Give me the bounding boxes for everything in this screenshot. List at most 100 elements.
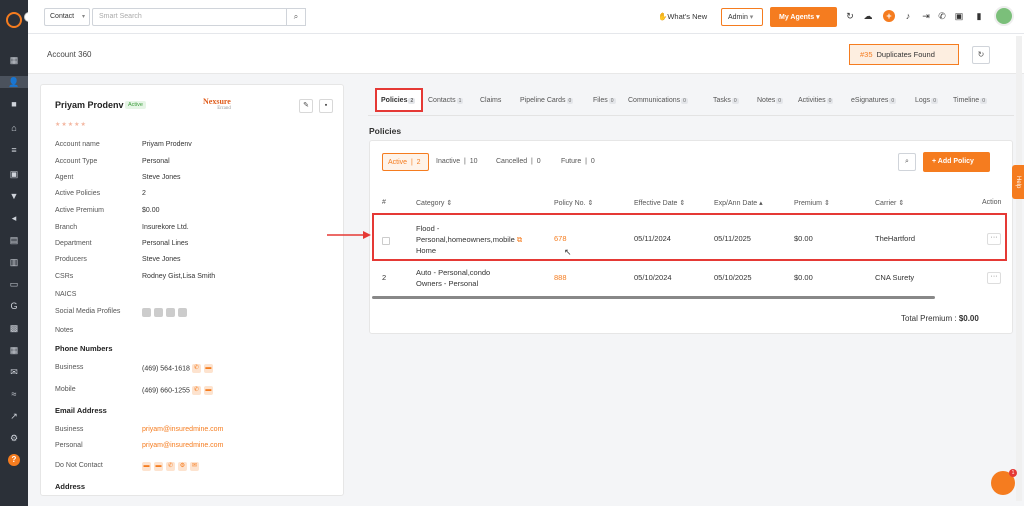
field-value: Steve Jones bbox=[142, 256, 181, 263]
filter-cancelled[interactable]: Cancelled | 0 bbox=[491, 153, 546, 171]
google-icon[interactable]: G bbox=[8, 300, 20, 312]
twitter-icon[interactable] bbox=[166, 308, 175, 317]
tab-contacts[interactable]: Contacts 1 bbox=[428, 97, 464, 104]
tab-label: Tasks bbox=[713, 97, 731, 104]
list-icon[interactable]: ≡ bbox=[8, 144, 20, 156]
add-icon[interactable]: + bbox=[883, 10, 895, 22]
column-header[interactable]: Exp/Ann Date ▴ bbox=[714, 199, 763, 207]
column-header[interactable]: Carrier ⇕ bbox=[875, 199, 904, 207]
search-scope-select[interactable]: Contact ▾ bbox=[44, 8, 90, 26]
calendar-icon[interactable]: ▣ bbox=[8, 168, 20, 180]
smart-search-input[interactable]: Smart Search bbox=[92, 8, 304, 26]
email-link[interactable]: priyam@insuredmine.com bbox=[142, 442, 223, 449]
app-logo[interactable] bbox=[6, 12, 22, 28]
policy-number-link[interactable]: 888 bbox=[554, 273, 567, 282]
duplicates-found-button[interactable]: #35 Duplicates Found bbox=[849, 44, 959, 65]
tab-label: Claims bbox=[480, 97, 502, 104]
field-row: Active Policies 2 bbox=[55, 190, 335, 200]
vertical-scrollbar[interactable] bbox=[1016, 36, 1022, 501]
handshake-icon[interactable]: ≈ bbox=[8, 388, 20, 400]
column-header[interactable]: Category ⇕ bbox=[416, 199, 452, 207]
mail-icon[interactable]: ✉ bbox=[8, 366, 20, 378]
search-icon[interactable]: ⌕ bbox=[286, 8, 306, 26]
chip-icon[interactable]: ▣ bbox=[953, 10, 965, 22]
phone-icon[interactable]: ✆ bbox=[191, 386, 201, 395]
globe-icon[interactable] bbox=[178, 308, 187, 317]
schedule-icon[interactable]: ▦ bbox=[8, 344, 20, 356]
refresh-icon[interactable]: ↻ bbox=[844, 10, 856, 22]
whats-new-link[interactable]: ✋What's New bbox=[658, 12, 707, 21]
document-icon[interactable]: ▤ bbox=[8, 234, 20, 246]
filter-future[interactable]: Future | 0 bbox=[556, 153, 600, 171]
settings-icon[interactable]: ⚙ bbox=[8, 432, 20, 444]
tab-timeline[interactable]: Timeline 0 bbox=[953, 97, 987, 104]
sms-icon[interactable]: ▬ bbox=[203, 364, 213, 373]
field-value: Personal bbox=[142, 158, 170, 165]
box-icon[interactable]: ▮ bbox=[973, 10, 985, 22]
phone-icon[interactable]: ✆ bbox=[191, 364, 201, 373]
bell-icon[interactable]: ♪ bbox=[902, 10, 914, 22]
mail-icon[interactable]: ✉ bbox=[190, 462, 199, 471]
more-actions-icon[interactable]: ··· bbox=[987, 272, 1001, 284]
add-policy-button[interactable]: + Add Policy bbox=[923, 152, 990, 172]
role-value: Admin bbox=[728, 14, 748, 21]
column-header[interactable]: Premium ⇕ bbox=[794, 199, 830, 207]
column-header[interactable]: Effective Date ⇕ bbox=[634, 199, 685, 207]
linkedin-icon[interactable] bbox=[142, 308, 151, 317]
chat-icon[interactable]: ▬ bbox=[154, 462, 163, 471]
help-icon[interactable]: ? bbox=[8, 454, 20, 466]
help-tab[interactable]: Help bbox=[1012, 165, 1024, 199]
more-actions-icon[interactable]: ··· bbox=[987, 233, 1001, 245]
policies-icon[interactable]: ■ bbox=[8, 98, 20, 110]
logout-icon[interactable]: ⇥ bbox=[920, 10, 932, 22]
tab-claims[interactable]: Claims bbox=[480, 97, 501, 104]
column-header[interactable]: Policy No. ⇕ bbox=[554, 199, 593, 207]
rating-stars[interactable]: ★★★★★ bbox=[55, 121, 87, 128]
policy-number-link[interactable]: 678 bbox=[554, 234, 567, 243]
tab-files[interactable]: Files 0 bbox=[593, 97, 616, 104]
role-select[interactable]: Admin ▾ bbox=[721, 8, 763, 26]
phone-icon[interactable]: ✆ bbox=[166, 462, 175, 471]
folder-icon[interactable]: ▭ bbox=[8, 278, 20, 290]
contacts-icon[interactable]: 👤 bbox=[0, 76, 28, 88]
copy-icon[interactable]: ⧉ bbox=[517, 235, 522, 244]
sms-icon[interactable]: ▬ bbox=[142, 462, 151, 471]
tab-esignatures[interactable]: eSignatures 0 bbox=[851, 97, 897, 104]
settings-icon[interactable]: ⚙ bbox=[178, 462, 187, 471]
archive-icon[interactable]: ▩ bbox=[8, 322, 20, 334]
bank-icon[interactable]: ⌂ bbox=[8, 122, 20, 134]
facebook-icon[interactable] bbox=[154, 308, 163, 317]
horizontal-scrollbar[interactable] bbox=[372, 296, 935, 299]
field-label: Agent bbox=[55, 174, 74, 181]
chat-launcher-icon[interactable]: 1 bbox=[991, 469, 1017, 495]
tab-notes[interactable]: Notes 0 bbox=[757, 97, 784, 104]
field-label: Mobile bbox=[55, 386, 76, 393]
row-checkbox[interactable] bbox=[382, 237, 390, 245]
dashboard-icon[interactable]: ▦ bbox=[8, 54, 20, 66]
search-icon[interactable]: ⌕ bbox=[898, 153, 916, 171]
tab-logs[interactable]: Logs 0 bbox=[915, 97, 938, 104]
filter-active[interactable]: Active | 2 bbox=[382, 153, 429, 171]
email-link[interactable]: priyam@insuredmine.com bbox=[142, 426, 223, 433]
edit-icon[interactable]: ✎ bbox=[299, 99, 313, 113]
filter-inactive[interactable]: Inactive | 10 bbox=[431, 153, 483, 171]
delete-icon[interactable]: ▪ bbox=[319, 99, 333, 113]
sms-icon[interactable]: ▬ bbox=[203, 386, 213, 395]
chart-icon[interactable]: ▥ bbox=[8, 256, 20, 268]
megaphone-icon[interactable]: ◂ bbox=[8, 212, 20, 224]
phone-number[interactable]: (469) 564-1618 bbox=[142, 365, 190, 372]
cloud-icon[interactable]: ☁ bbox=[862, 10, 874, 22]
tab-tasks[interactable]: Tasks 0 bbox=[713, 97, 739, 104]
tab-activities[interactable]: Activities 0 bbox=[798, 97, 834, 104]
field-value: (469) 564-1618 ✆ ▬ bbox=[142, 364, 216, 373]
tab-policies[interactable]: Policies 2 bbox=[381, 97, 416, 104]
phone-icon[interactable]: ✆ bbox=[936, 10, 948, 22]
analytics-icon[interactable]: ↗ bbox=[8, 410, 20, 422]
tab-communications[interactable]: Communications 0 bbox=[628, 97, 688, 104]
tab-pipeline-cards[interactable]: Pipeline Cards 0 bbox=[520, 97, 574, 104]
filter-icon[interactable]: ▼ bbox=[8, 190, 20, 202]
user-avatar[interactable] bbox=[994, 6, 1014, 26]
refresh-button[interactable]: ↻ bbox=[972, 46, 990, 64]
phone-number[interactable]: (469) 660-1255 bbox=[142, 387, 190, 394]
my-agents-button[interactable]: My Agents ▾ bbox=[770, 7, 837, 27]
